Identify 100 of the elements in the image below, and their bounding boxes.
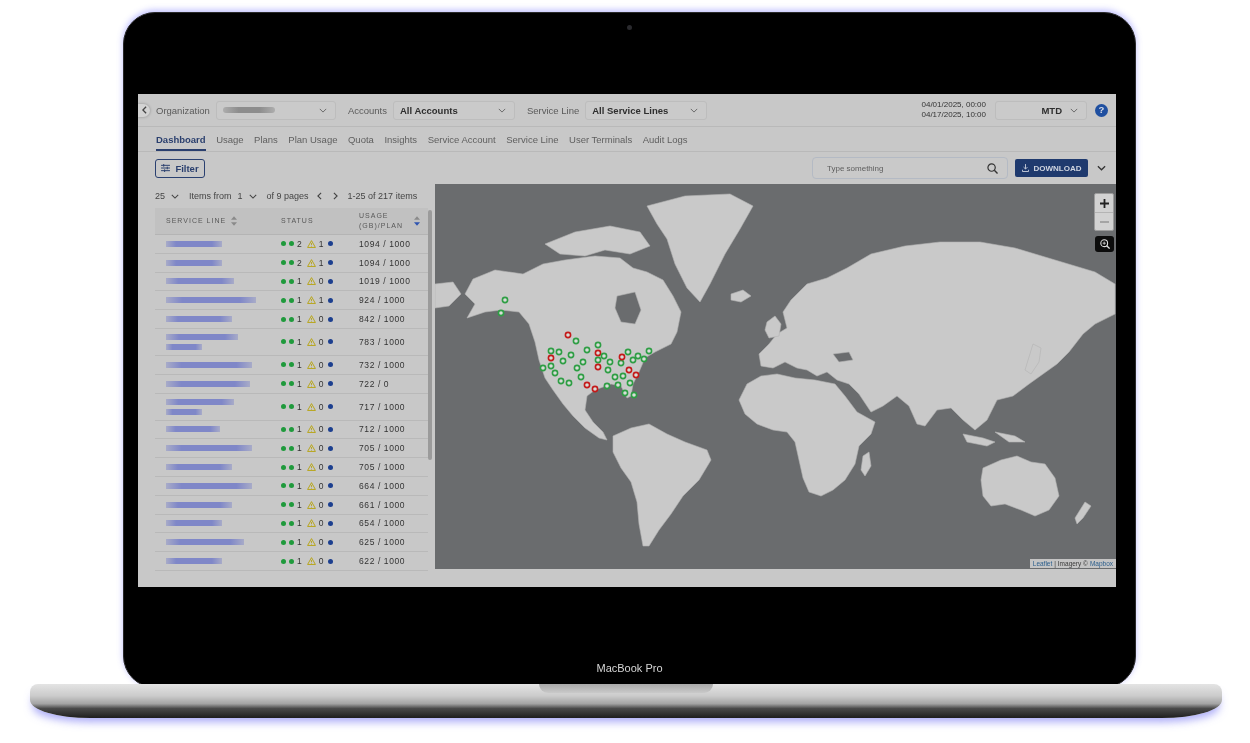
map-marker[interactable] bbox=[624, 348, 632, 356]
warning-count: 1 bbox=[318, 238, 324, 249]
map-marker[interactable] bbox=[619, 372, 627, 380]
blurred-text[interactable] bbox=[166, 464, 232, 471]
blurred-text[interactable] bbox=[166, 297, 256, 304]
table-cell-text: 717 / 1000 bbox=[358, 401, 407, 412]
map-marker[interactable] bbox=[547, 362, 555, 370]
map-marker[interactable] bbox=[625, 366, 633, 374]
map-marker[interactable] bbox=[559, 357, 567, 365]
map-marker[interactable] bbox=[594, 341, 602, 349]
map-marker[interactable] bbox=[567, 351, 575, 359]
map-marker[interactable] bbox=[564, 331, 572, 339]
date-time-text: 04/01/2025, 00:00 bbox=[921, 100, 986, 110]
map-marker[interactable] bbox=[497, 309, 505, 317]
blurred-text[interactable] bbox=[166, 398, 234, 415]
tab[interactable]: Usage bbox=[216, 127, 244, 151]
accounts-dropdown[interactable]: All Accounts bbox=[392, 100, 515, 120]
map-marker[interactable] bbox=[551, 369, 559, 377]
map-marker[interactable] bbox=[594, 356, 602, 364]
blurred-text[interactable] bbox=[166, 334, 238, 350]
tab[interactable]: Insights bbox=[384, 127, 418, 151]
map-marker[interactable] bbox=[611, 373, 619, 381]
page-select[interactable]: 1 bbox=[237, 191, 257, 201]
status-dot-icon bbox=[289, 483, 294, 489]
tab[interactable]: Plan Usage bbox=[288, 127, 338, 151]
blurred-text[interactable] bbox=[166, 539, 244, 546]
map-marker[interactable] bbox=[591, 385, 599, 393]
table-cell-text: 1094 / 1000 bbox=[358, 238, 412, 249]
map-marker[interactable] bbox=[604, 366, 612, 374]
search-icon[interactable] bbox=[987, 162, 998, 174]
map-marker[interactable] bbox=[618, 353, 626, 361]
map-search-button[interactable] bbox=[1095, 236, 1114, 252]
blurred-text[interactable] bbox=[166, 240, 222, 247]
search-field[interactable]: Type something bbox=[812, 157, 1008, 179]
page-size-select[interactable]: 25 bbox=[155, 191, 179, 201]
map-marker[interactable] bbox=[583, 346, 591, 354]
blurred-text[interactable] bbox=[166, 445, 252, 452]
previous-page-button[interactable] bbox=[316, 192, 322, 200]
map-marker[interactable] bbox=[565, 379, 573, 387]
map-marker[interactable] bbox=[577, 373, 585, 381]
scrollbar[interactable] bbox=[428, 210, 432, 460]
sort-icon[interactable] bbox=[414, 216, 420, 226]
map-marker[interactable] bbox=[640, 355, 648, 363]
map-marker[interactable] bbox=[629, 356, 637, 364]
map-marker[interactable] bbox=[600, 352, 608, 360]
map-marker[interactable] bbox=[626, 379, 634, 387]
map-marker[interactable] bbox=[594, 363, 602, 371]
map-marker[interactable] bbox=[645, 347, 653, 355]
map-marker[interactable] bbox=[572, 337, 580, 345]
map-marker[interactable] bbox=[617, 359, 625, 367]
status-dot-icon bbox=[281, 539, 286, 545]
map-marker[interactable] bbox=[583, 381, 591, 389]
map-marker[interactable] bbox=[634, 352, 642, 360]
blurred-text[interactable] bbox=[166, 380, 250, 387]
download-button[interactable]: DOWNLOAD bbox=[1015, 159, 1088, 177]
status-dot-icon bbox=[281, 316, 286, 322]
filter-button[interactable]: Filter bbox=[155, 158, 205, 178]
map-marker[interactable] bbox=[557, 377, 565, 385]
blurred-text[interactable] bbox=[166, 426, 220, 433]
blurred-text[interactable] bbox=[166, 482, 252, 489]
map-marker[interactable] bbox=[501, 296, 509, 304]
tab[interactable]: User Terminals bbox=[569, 127, 633, 151]
service-line-dropdown[interactable]: All Service Lines bbox=[585, 100, 708, 120]
map-marker[interactable] bbox=[632, 371, 640, 379]
map-marker[interactable] bbox=[606, 358, 614, 366]
blurred-text[interactable] bbox=[166, 316, 232, 323]
blurred-text[interactable] bbox=[166, 520, 222, 527]
map-marker[interactable] bbox=[630, 391, 638, 399]
map-marker[interactable] bbox=[579, 358, 587, 366]
map-marker[interactable] bbox=[614, 381, 622, 389]
warning-count: 1 bbox=[318, 257, 324, 268]
tab[interactable]: Plans bbox=[254, 127, 278, 151]
tab[interactable]: Service Account bbox=[427, 127, 496, 151]
map-marker[interactable] bbox=[573, 364, 581, 372]
map-marker[interactable] bbox=[621, 389, 629, 397]
status-dot-icon bbox=[281, 520, 286, 526]
collapse-button[interactable] bbox=[138, 103, 150, 117]
tab[interactable]: Audit Logs bbox=[642, 127, 688, 151]
next-page-button[interactable] bbox=[332, 192, 338, 200]
period-dropdown[interactable]: MTD bbox=[995, 100, 1087, 120]
blurred-text[interactable] bbox=[166, 558, 222, 565]
help-button[interactable]: ? bbox=[1095, 103, 1108, 117]
sort-icon[interactable] bbox=[231, 216, 238, 226]
blurred-text[interactable] bbox=[166, 259, 222, 266]
blurred-text[interactable] bbox=[166, 278, 234, 285]
blurred-text[interactable] bbox=[166, 361, 252, 368]
tab[interactable]: Service Line bbox=[506, 127, 559, 151]
map-marker[interactable] bbox=[555, 348, 563, 356]
download-menu-button[interactable] bbox=[1097, 165, 1106, 171]
map-marker[interactable] bbox=[603, 382, 611, 390]
organization-label: Organization bbox=[156, 104, 210, 116]
map-marker[interactable] bbox=[547, 354, 555, 362]
tab[interactable]: Dashboard bbox=[156, 127, 206, 151]
warning-icon bbox=[306, 338, 316, 346]
organization-dropdown[interactable] bbox=[215, 100, 336, 120]
blurred-text[interactable] bbox=[166, 501, 232, 508]
map-marker[interactable] bbox=[547, 347, 555, 355]
map-marker[interactable] bbox=[539, 364, 547, 372]
map-marker[interactable] bbox=[594, 349, 602, 357]
tab[interactable]: Quota bbox=[348, 127, 374, 151]
